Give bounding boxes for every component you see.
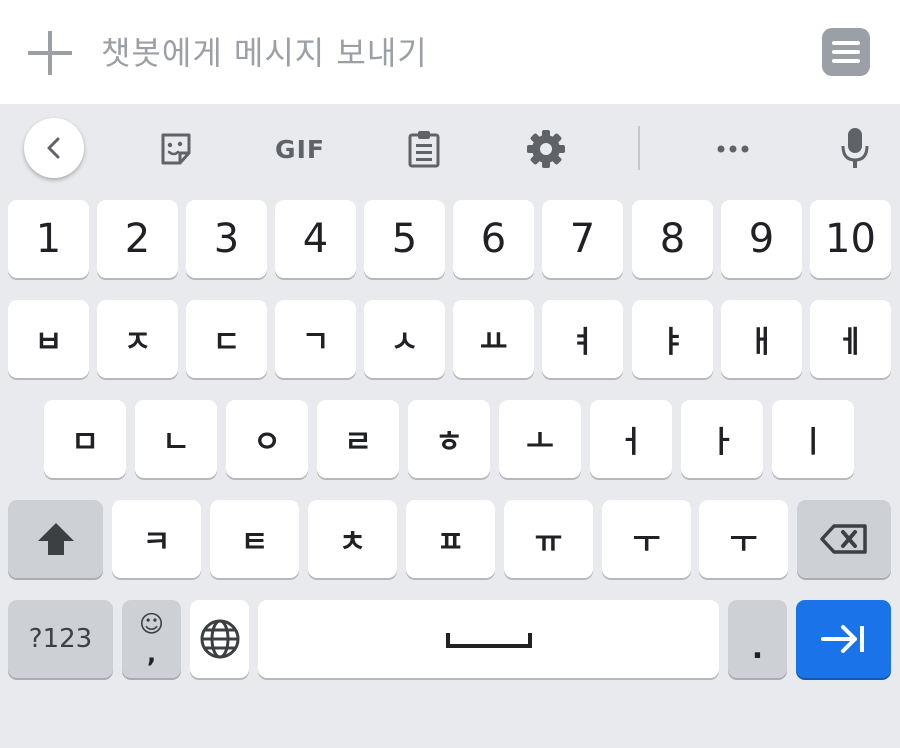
key-digeut[interactable]: ㄷ (186, 300, 267, 378)
key-9[interactable]: 9 (721, 200, 802, 278)
key-jieut[interactable]: ㅈ (97, 300, 178, 378)
key-pieup[interactable]: ㅍ (406, 500, 495, 578)
key-ae[interactable]: ㅐ (721, 300, 802, 378)
clipboard-icon (408, 131, 440, 168)
gear-icon (527, 130, 565, 168)
key-yeo[interactable]: ㅕ (542, 300, 623, 378)
key-yo[interactable]: ㅛ (453, 300, 534, 378)
more-button[interactable] (708, 126, 758, 172)
backspace-key[interactable] (797, 500, 891, 578)
symbols-key[interactable]: ?123 (8, 600, 113, 678)
key-hieut[interactable]: ㅎ (408, 400, 490, 478)
comma-label: , (146, 640, 157, 668)
key-3[interactable]: 3 (186, 200, 267, 278)
mic-icon (841, 128, 869, 168)
key-yu[interactable]: ㅠ (504, 500, 593, 578)
key-eo[interactable]: ㅓ (590, 400, 672, 478)
space-key[interactable] (258, 600, 719, 678)
shift-arrow-icon (37, 523, 74, 555)
tab-arrow-icon (820, 625, 864, 653)
emoji-comma-key[interactable]: ☺ , (122, 600, 181, 678)
menu-lines-icon (832, 41, 860, 63)
shift-key[interactable] (8, 500, 103, 578)
key-siot[interactable]: ㅅ (364, 300, 445, 378)
keyboard-toolbar: GIF (0, 104, 900, 194)
collapse-toolbar-button[interactable] (24, 118, 84, 178)
gif-button[interactable]: GIF (268, 126, 332, 172)
key-mieum[interactable]: ㅁ (44, 400, 126, 478)
key-4[interactable]: 4 (275, 200, 356, 278)
chevron-left-icon (47, 137, 60, 159)
plus-icon[interactable] (27, 30, 73, 76)
more-icon (717, 145, 749, 153)
key-u-2[interactable]: ㅜ (699, 500, 788, 578)
sticker-icon (161, 133, 191, 165)
globe-icon (200, 619, 239, 659)
key-i[interactable]: ㅣ (772, 400, 854, 478)
toolbar-divider (638, 126, 640, 170)
enter-key[interactable] (796, 600, 891, 678)
key-chieut[interactable]: ㅊ (308, 500, 397, 578)
key-ieung[interactable]: ㅇ (226, 400, 308, 478)
key-rieul[interactable]: ㄹ (317, 400, 399, 478)
voice-input-button[interactable] (832, 124, 878, 172)
key-1[interactable]: 1 (8, 200, 89, 278)
key-8[interactable]: 8 (632, 200, 713, 278)
smiley-icon: ☺ (138, 610, 165, 638)
key-e[interactable]: ㅔ (810, 300, 891, 378)
settings-button[interactable] (522, 126, 570, 172)
backspace-icon (820, 524, 867, 554)
key-bieup[interactable]: ㅂ (8, 300, 89, 378)
key-kieuk[interactable]: ㅋ (112, 500, 201, 578)
menu-button[interactable] (822, 28, 870, 76)
key-ya[interactable]: ㅑ (632, 300, 713, 378)
period-key[interactable]: . (728, 600, 787, 678)
sticker-button[interactable] (152, 126, 200, 172)
language-key[interactable] (190, 600, 249, 678)
gif-icon: GIF (275, 134, 325, 164)
key-a[interactable]: ㅏ (681, 400, 763, 478)
key-7[interactable]: 7 (542, 200, 623, 278)
key-u[interactable]: ㅜ (602, 500, 691, 578)
key-10[interactable]: 10 (810, 200, 891, 278)
clipboard-button[interactable] (400, 126, 448, 172)
message-input-placeholder[interactable]: 챗봇에게 메시지 보내기 (101, 30, 428, 76)
key-giyeok[interactable]: ㄱ (275, 300, 356, 378)
space-icon (445, 633, 532, 648)
key-5[interactable]: 5 (364, 200, 445, 278)
key-nieun[interactable]: ㄴ (135, 400, 217, 478)
key-2[interactable]: 2 (97, 200, 178, 278)
key-o[interactable]: ㅗ (499, 400, 581, 478)
message-input-bar: 챗봇에게 메시지 보내기 (0, 0, 900, 104)
key-tieut[interactable]: ㅌ (210, 500, 299, 578)
key-6[interactable]: 6 (453, 200, 534, 278)
